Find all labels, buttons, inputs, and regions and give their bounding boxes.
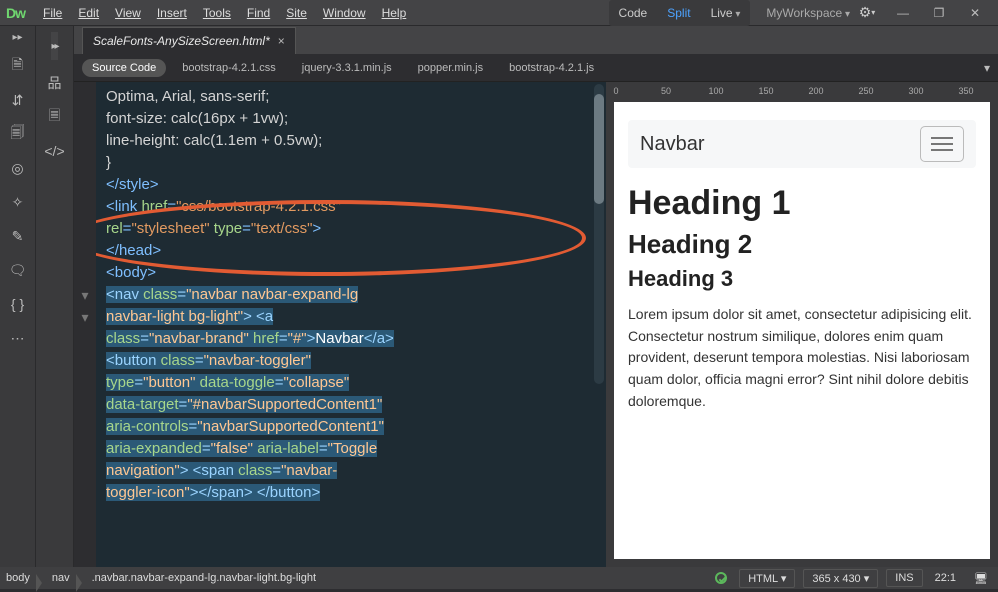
expand-rail-icon[interactable]: ▸▸ xyxy=(12,32,22,43)
workspace-dropdown[interactable]: MyWorkspace xyxy=(766,6,850,20)
source-code-pill[interactable]: Source Code xyxy=(82,59,166,77)
comment-icon[interactable]: 🗨 xyxy=(7,259,29,281)
menu-insert[interactable]: Insert xyxy=(149,2,195,24)
related-file[interactable]: bootstrap-4.2.1.css xyxy=(172,59,286,77)
view-live-button[interactable]: Live xyxy=(701,2,751,24)
live-preview-pane: 0 50 100 150 200 250 300 350 Navbar Head… xyxy=(606,82,998,567)
preview-navbar-brand[interactable]: Navbar xyxy=(640,133,704,156)
window-close-button[interactable]: ✕ xyxy=(962,4,988,22)
related-file[interactable]: jquery-3.3.1.min.js xyxy=(292,59,402,77)
view-code-button[interactable]: Code xyxy=(609,2,658,24)
cursor-position: 22:1 xyxy=(927,572,964,584)
search-list-icon[interactable]: 🗐 xyxy=(7,123,29,145)
no-errors-icon[interactable] xyxy=(715,572,727,584)
menu-help[interactable]: Help xyxy=(374,2,415,24)
preview-navbar-toggle[interactable] xyxy=(920,126,964,162)
code-tag-icon[interactable]: </> xyxy=(44,140,66,162)
tag-selector-breadcrumb[interactable]: body nav .navbar.navbar-expand-lg.navbar… xyxy=(0,567,322,589)
file-tab[interactable]: ScaleFonts-AnySizeScreen.html* × xyxy=(82,27,296,54)
menubar: Dw File Edit View Insert Tools Find Site… xyxy=(0,0,998,26)
related-file[interactable]: bootstrap-4.2.1.js xyxy=(499,59,604,77)
target-icon[interactable]: ◎ xyxy=(7,157,29,179)
view-split-button[interactable]: Split xyxy=(657,2,700,24)
gear-icon[interactable]: ⚙▾ xyxy=(856,2,878,24)
fold-toggle-icon[interactable]: ▾ xyxy=(74,284,96,306)
insert-mode-toggle[interactable]: INS xyxy=(886,569,922,587)
window-minimize-button[interactable]: — xyxy=(890,4,916,22)
dom-panel-rail: ▸▸ 品 🗏 </> xyxy=(36,26,74,567)
menu-find[interactable]: Find xyxy=(239,2,278,24)
editor-scrollbar[interactable] xyxy=(594,84,604,384)
file-icon[interactable]: 🗎 xyxy=(7,55,29,77)
dom-tree-icon[interactable]: 品 xyxy=(44,72,66,94)
preview-heading-1: Heading 1 xyxy=(628,184,976,223)
brush-icon[interactable]: ✎ xyxy=(7,225,29,247)
menu-edit[interactable]: Edit xyxy=(70,2,107,24)
preview-navbar: Navbar xyxy=(628,120,976,168)
menu-window[interactable]: Window xyxy=(315,2,374,24)
view-switcher: Code Split Live xyxy=(609,0,751,26)
related-files-bar: Source Code bootstrap-4.2.1.css jquery-3… xyxy=(74,54,998,82)
dreamweaver-logo: Dw xyxy=(6,5,25,21)
collapse-icon[interactable]: { } xyxy=(7,293,29,315)
close-tab-icon[interactable]: × xyxy=(278,34,285,48)
status-bar: body nav .navbar.navbar-expand-lg.navbar… xyxy=(0,567,998,589)
expand-panel-icon[interactable]: ▸▸ xyxy=(51,32,57,60)
preview-page[interactable]: Navbar Heading 1 Heading 2 Heading 3 Lor… xyxy=(614,102,990,559)
wand-icon[interactable]: ✧ xyxy=(7,191,29,213)
viewport-size-dropdown[interactable]: 365 x 430 ▾ xyxy=(803,569,878,588)
fold-toggle-icon[interactable]: ▾ xyxy=(74,306,96,328)
code-gutter: ▾ ▾ xyxy=(74,82,96,567)
preview-paragraph: Lorem ipsum dolor sit amet, consectetur … xyxy=(628,304,976,412)
related-file[interactable]: popper.min.js xyxy=(408,59,493,77)
menu-view[interactable]: View xyxy=(107,2,149,24)
preview-device-icon[interactable]: 🖥 xyxy=(964,572,998,585)
open-files-tabstrip: ScaleFonts-AnySizeScreen.html* × xyxy=(74,26,998,54)
menu-tools[interactable]: Tools xyxy=(195,2,239,24)
menu-file[interactable]: File xyxy=(35,2,70,24)
preview-heading-3: Heading 3 xyxy=(628,266,976,292)
window-restore-button[interactable]: ❐ xyxy=(926,4,952,22)
preview-heading-2: Heading 2 xyxy=(628,229,976,260)
doctype-dropdown[interactable]: HTML ▾ xyxy=(739,569,795,588)
code-editor[interactable]: Optima, Arial, sans-serif; font-size: ca… xyxy=(96,82,606,567)
file-tab-label: ScaleFonts-AnySizeScreen.html* xyxy=(93,34,270,48)
ruler: 0 50 100 150 200 250 300 350 xyxy=(606,82,998,102)
left-toolbar: ▸▸ 🗎 ⇵ 🗐 ◎ ✧ ✎ 🗨 { } ⋯ xyxy=(0,26,36,567)
more-icon[interactable]: ⋯ xyxy=(7,327,29,349)
format-icon[interactable]: ⇵ xyxy=(7,89,29,111)
assets-icon[interactable]: 🗏 xyxy=(44,106,66,128)
filter-icon[interactable]: ▾ xyxy=(984,61,990,75)
menu-site[interactable]: Site xyxy=(278,2,315,24)
